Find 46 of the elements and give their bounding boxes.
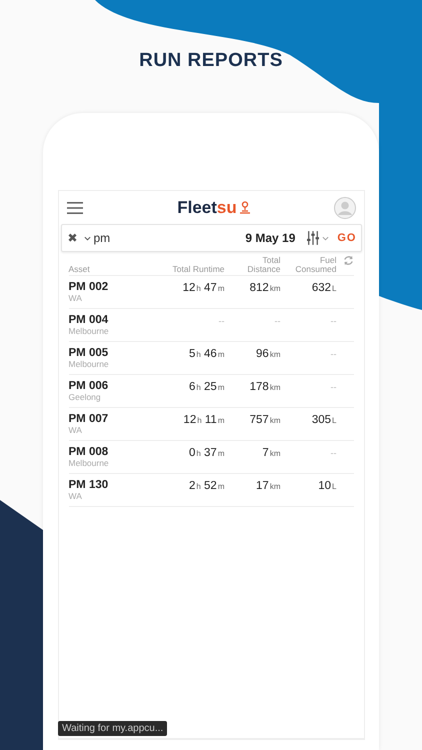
table-cell-text: -- bbox=[330, 447, 336, 459]
column-header: Asset bbox=[68, 265, 91, 274]
table-cell-text: -- bbox=[330, 315, 336, 327]
asset-name: PM 004 bbox=[68, 314, 110, 326]
table-cell-text: 12h 11 m bbox=[182, 413, 224, 426]
table-cell-text: -- bbox=[330, 381, 336, 393]
go-button[interactable]: GO bbox=[329, 232, 356, 244]
clear-button[interactable]: ✖ bbox=[68, 232, 78, 244]
asset-location: WA bbox=[68, 293, 83, 303]
asset-name: PM 005 bbox=[68, 347, 110, 359]
asset-location: Melbourne bbox=[68, 359, 110, 369]
asset-name: PM 007 bbox=[68, 413, 110, 425]
headline: RUN REPORTS bbox=[138, 49, 284, 73]
table-cell-text: 96km bbox=[255, 347, 280, 360]
asset-location: WA bbox=[68, 491, 83, 501]
asset-location: WA bbox=[68, 425, 83, 435]
table-cell-text: 12 h 47 m bbox=[182, 281, 224, 294]
column-header: Total Distance bbox=[246, 256, 280, 274]
table-cell-text: 757km bbox=[248, 413, 280, 426]
logo-text: Fleetsu bbox=[177, 198, 237, 218]
column-header: Total Runtime bbox=[172, 265, 224, 274]
search-value[interactable]: pm bbox=[94, 231, 246, 245]
table-cell-text: 305 L bbox=[310, 413, 336, 426]
date-value[interactable]: 9 May 19 bbox=[245, 231, 296, 245]
column-header: Fuel Consumed bbox=[294, 256, 336, 274]
table-cell-text: -- bbox=[218, 315, 224, 327]
asset-location: Melbourne bbox=[68, 458, 110, 468]
status-tooltip: Waiting for my.appcu... bbox=[58, 721, 168, 736]
table-cell-text: 2 h 52 m bbox=[188, 479, 224, 492]
table-cell-text: 0 h 37 m bbox=[188, 446, 224, 459]
asset-name: PM 006 bbox=[68, 380, 110, 392]
asset-location: Melbourne bbox=[68, 326, 110, 336]
asset-location: Geelong bbox=[68, 392, 102, 402]
table-cell-text: 17km bbox=[255, 479, 280, 492]
table-cell-text: 178km bbox=[248, 380, 280, 393]
asset-name: PM 002 bbox=[68, 281, 110, 293]
table-cell-text: 632 L bbox=[310, 281, 336, 294]
table-cell-text: -- bbox=[274, 315, 280, 327]
table-cell-text: 6 h 25 m bbox=[188, 380, 224, 393]
asset-name: PM 008 bbox=[68, 446, 110, 458]
table-cell-text: 7km bbox=[261, 446, 280, 459]
asset-name: PM 130 bbox=[68, 479, 110, 491]
table-cell-text: 812km bbox=[248, 281, 280, 294]
table-cell-text: -- bbox=[330, 348, 336, 360]
table-cell-text: 10 L bbox=[317, 479, 336, 492]
table-cell-text: 5 h 46 m bbox=[188, 347, 224, 360]
